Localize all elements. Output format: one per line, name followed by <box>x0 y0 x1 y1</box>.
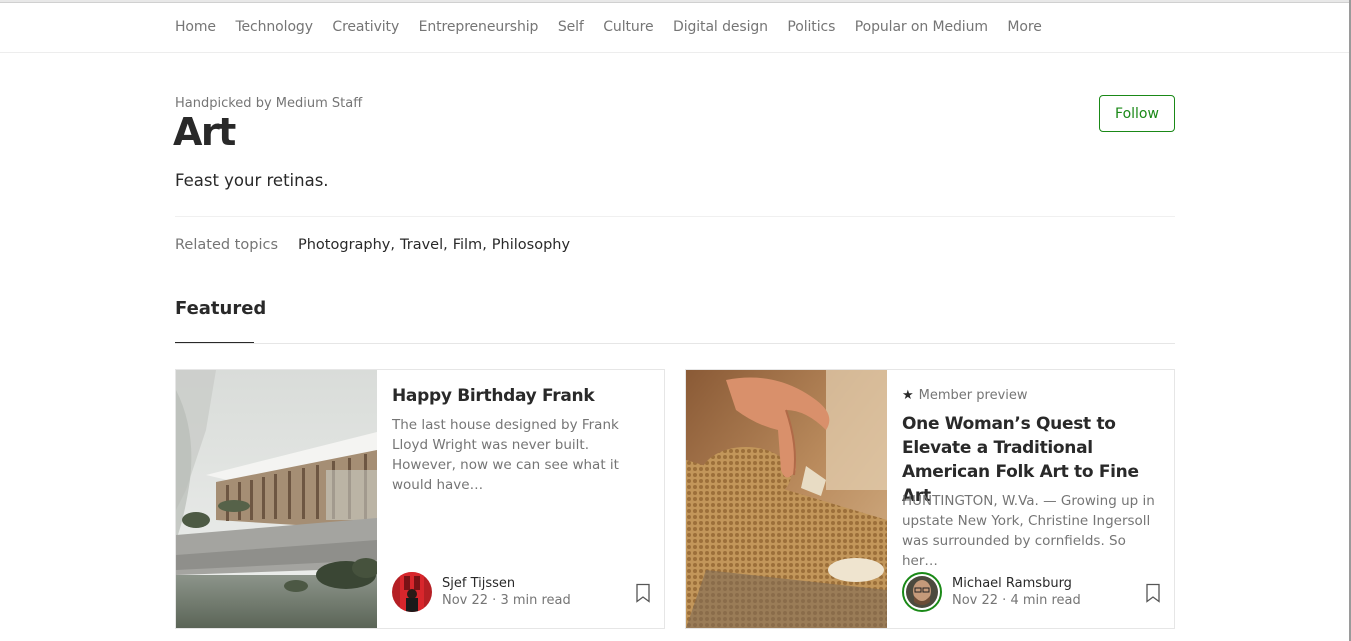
story-card[interactable]: Happy Birthday Frank The last house desi… <box>175 369 665 629</box>
story-title[interactable]: Happy Birthday Frank <box>392 384 595 408</box>
house-rendering-image[interactable] <box>176 370 377 628</box>
related-topic-film[interactable]: Film <box>453 237 482 253</box>
related-topics-label: Related topics <box>175 237 278 253</box>
story-author: Michael Ramsburg Nov 22 · 4 min read <box>902 572 1081 612</box>
story-card-body: Happy Birthday Frank The last house desi… <box>392 370 654 628</box>
author-name[interactable]: Sjef Tijssen <box>442 576 571 591</box>
nav-item-digital-design[interactable]: Digital design <box>673 19 768 35</box>
related-topics: Related topics Photography, Travel, Film… <box>175 237 570 253</box>
related-topic-philosophy[interactable]: Philosophy <box>492 237 570 253</box>
star-icon: ★ <box>902 388 914 403</box>
avatar[interactable] <box>902 572 942 612</box>
nav-item-entrepreneurship[interactable]: Entrepreneurship <box>419 19 539 35</box>
story-excerpt[interactable]: The last house designed by Frank Lloyd W… <box>392 415 654 495</box>
story-card-body: ★ Member preview One Woman’s Quest to El… <box>902 370 1164 628</box>
corn-husk-doll-image[interactable] <box>686 370 887 628</box>
nav-item-home[interactable]: Home <box>175 19 216 35</box>
story-meta: Nov 22 · 4 min read <box>952 593 1081 608</box>
story-excerpt[interactable]: HUNTINGTON, W.Va. — Growing up in upstat… <box>902 491 1164 571</box>
related-topic-photography[interactable]: Photography <box>298 237 390 253</box>
topic-separator: , <box>443 237 448 253</box>
nav-list: Home Technology Creativity Entrepreneurs… <box>175 19 1061 35</box>
follow-button[interactable]: Follow <box>1099 95 1175 132</box>
page-tagline: Feast your retinas. <box>175 171 329 190</box>
member-preview-label: Member preview <box>918 388 1028 403</box>
nav-item-politics[interactable]: Politics <box>787 19 835 35</box>
related-topic-travel[interactable]: Travel <box>400 237 443 253</box>
nav-item-self[interactable]: Self <box>558 19 584 35</box>
nav-item-more[interactable]: More <box>1007 19 1041 35</box>
author-info: Michael Ramsburg Nov 22 · 4 min read <box>952 576 1081 608</box>
topic-separator: , <box>390 237 395 253</box>
featured-divider <box>175 343 1175 344</box>
topic-separator: , <box>482 237 487 253</box>
avatar[interactable] <box>392 572 432 612</box>
header-divider <box>175 216 1175 217</box>
story-author: Sjef Tijssen Nov 22 · 3 min read <box>392 572 571 612</box>
top-navigation: Home Technology Creativity Entrepreneurs… <box>0 3 1349 53</box>
author-info: Sjef Tijssen Nov 22 · 3 min read <box>442 576 571 608</box>
related-topics-list: Photography, Travel, Film, Philosophy <box>298 237 570 253</box>
bookmark-icon[interactable] <box>635 583 651 603</box>
featured-tab-indicator <box>175 342 254 343</box>
member-preview-badge: ★ Member preview <box>902 388 1028 403</box>
nav-item-technology[interactable]: Technology <box>235 19 313 35</box>
story-card[interactable]: ★ Member preview One Woman’s Quest to El… <box>685 369 1175 629</box>
nav-item-popular[interactable]: Popular on Medium <box>855 19 988 35</box>
page-title: Art <box>173 110 236 154</box>
featured-tab[interactable]: Featured <box>175 298 266 319</box>
author-name[interactable]: Michael Ramsburg <box>952 576 1081 591</box>
nav-item-culture[interactable]: Culture <box>603 19 653 35</box>
handpicked-label: Handpicked by Medium Staff <box>175 96 363 111</box>
nav-item-creativity[interactable]: Creativity <box>332 19 399 35</box>
bookmark-icon[interactable] <box>1145 583 1161 603</box>
story-meta: Nov 22 · 3 min read <box>442 593 571 608</box>
